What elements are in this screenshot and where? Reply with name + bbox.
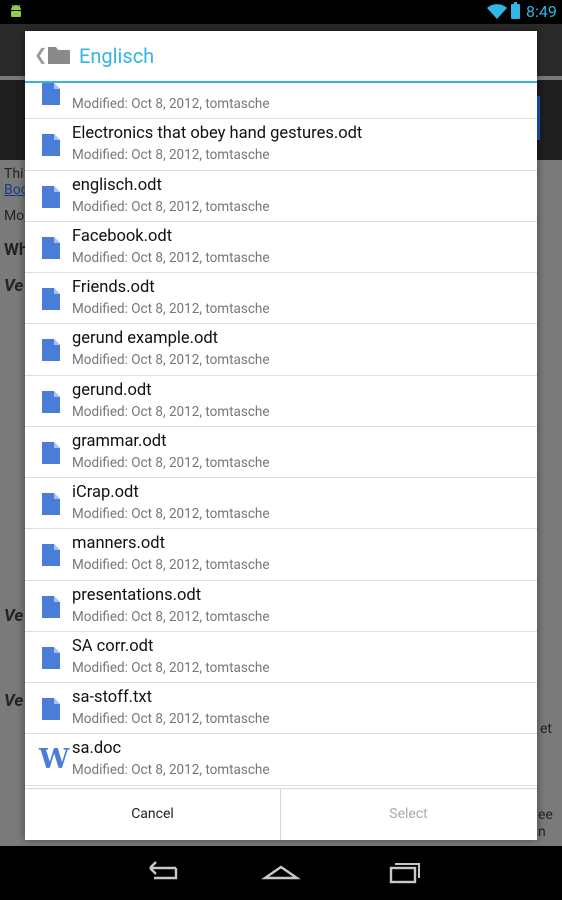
document-icon — [42, 698, 60, 720]
file-modified-info: Modified: Oct 8, 2012, tomtasche — [72, 249, 270, 266]
folder-icon[interactable] — [47, 45, 71, 65]
file-modified-info: Modified: Oct 8, 2012, tomtasche — [72, 96, 270, 112]
file-modified-info: Modified: Oct 8, 2012, tomtasche — [72, 659, 270, 676]
document-icon — [42, 646, 60, 669]
select-button[interactable]: Select — [281, 789, 536, 840]
file-name: grammar.odt — [72, 431, 167, 451]
status-bar: 8:49 — [0, 0, 562, 24]
file-modified-info: Modified: Oct 8, 2012, tomtasche — [72, 711, 270, 727]
file-name: Friends.odt — [72, 278, 155, 297]
file-list-item[interactable]: sa-stoff.txt Modified: Oct 8, 2012, tomta… — [25, 683, 537, 735]
file-name: Facebook.odt — [72, 226, 173, 246]
file-modified-info: Modified: Oct 8, 2012, tomtasche — [72, 608, 270, 625]
file-name: sa.doc — [72, 739, 122, 759]
dialog-footer: Cancel Select — [25, 788, 537, 840]
home-icon[interactable] — [261, 858, 301, 888]
background-text: ee — [538, 807, 553, 823]
file-modified-info: Modified: Oct 8, 2012, tomtasche — [72, 301, 270, 317]
file-modified-info: Modified: Oct 8, 2012, tomtasche — [72, 198, 270, 215]
file-name: manners.odt — [72, 534, 165, 554]
background-text: Mo — [4, 208, 25, 224]
file-modified-info: Modified: Oct 8, 2012, tomtasche — [72, 506, 270, 522]
file-name: gerund.odt — [72, 380, 152, 400]
file-modified-info: Modified: Oct 8, 2012, tomtasche — [72, 454, 270, 471]
background-heading: Ve — [4, 276, 24, 296]
file-list-item[interactable]: Modified: Oct 8, 2012, tomtasche — [25, 83, 537, 120]
file-list-item[interactable]: Facebook.odt Modified: Oct 8, 2012, tomta… — [25, 222, 537, 273]
file-list-item[interactable]: Electronics that obey hand gestures.odt M… — [25, 119, 537, 171]
file-list[interactable]: Modified: Oct 8, 2012, tomtasche Electron… — [25, 83, 537, 788]
recent-apps-icon[interactable] — [382, 858, 422, 888]
background-heading: Ve — [4, 606, 24, 626]
file-modified-info: Modified: Oct 8, 2012, tomtasche — [72, 147, 270, 164]
wifi-icon — [487, 4, 507, 19]
document-icon — [42, 595, 60, 618]
file-list-item[interactable]: Friends.odt Modified: Oct 8, 2012, tomtas… — [25, 273, 537, 325]
dialog-title: Englisch — [79, 44, 155, 68]
back-chevron-icon[interactable]: ❮ — [34, 45, 47, 64]
file-name: englisch.odt — [72, 175, 162, 195]
document-icon — [42, 288, 60, 310]
file-name: Electronics that obey hand gestures.odt — [72, 124, 363, 144]
file-list-item[interactable]: manners.odt Modified: Oct 8, 2012, tomtas… — [25, 529, 537, 581]
background-heading: Ve — [4, 691, 24, 711]
file-list-item[interactable]: gerund example.odt Modified: Oct 8, 2012,… — [25, 324, 537, 376]
file-modified-info: Modified: Oct 8, 2012, tomtasche — [72, 403, 270, 420]
file-name: sa-stoff.txt — [72, 688, 153, 707]
file-chooser-dialog: ❮ Englisch Modified: Oct 8, 2012, tomtas… — [25, 31, 537, 840]
background-text: Thi — [4, 166, 24, 182]
file-modified-info: Modified: Oct 8, 2012, tomtasche — [72, 352, 270, 369]
file-list-item[interactable]: presentations.odt Modified: Oct 8, 2012, … — [25, 581, 537, 632]
file-modified-info: Modified: Oct 8, 2012, tomtasche — [72, 762, 270, 779]
status-time: 8:49 — [526, 2, 557, 21]
document-icon — [42, 236, 60, 259]
document-icon — [42, 83, 60, 105]
document-icon — [42, 493, 60, 515]
file-list-item[interactable]: Wsa.doc Modified: Oct 8, 2012, tomtasche — [25, 734, 537, 786]
document-icon — [42, 390, 60, 413]
background-text: et — [540, 721, 553, 737]
dialog-header: ❮ Englisch — [25, 31, 537, 83]
document-icon — [42, 544, 60, 567]
document-icon — [42, 441, 60, 464]
file-name: iCrap.odt — [72, 483, 139, 502]
file-modified-info: Modified: Oct 8, 2012, tomtasche — [72, 557, 270, 574]
file-name: SA corr.odt — [72, 636, 154, 656]
android-debug-icon — [11, 4, 21, 17]
document-icon — [42, 339, 60, 362]
file-list-item[interactable]: gerund.odt Modified: Oct 8, 2012, tomtasc… — [25, 376, 537, 427]
file-list-item[interactable]: iCrap.odt Modified: Oct 8, 2012, tomtasch… — [25, 478, 537, 530]
document-icon — [42, 185, 60, 208]
battery-icon — [511, 2, 520, 19]
file-list-item[interactable]: englisch.odt Modified: Oct 8, 2012, tomta… — [25, 171, 537, 222]
file-list-item[interactable]: SA corr.odt Modified: Oct 8, 2012, tomtas… — [25, 632, 537, 683]
cancel-button[interactable]: Cancel — [25, 789, 281, 840]
back-icon[interactable] — [140, 858, 180, 888]
file-name: presentations.odt — [72, 585, 202, 605]
file-list-item[interactable]: grammar.odt Modified: Oct 8, 2012, tomtas… — [25, 427, 537, 478]
navigation-bar — [0, 846, 562, 900]
file-name: gerund example.odt — [72, 329, 219, 349]
word-icon: W — [39, 744, 70, 776]
background-text: n — [538, 824, 546, 840]
document-icon — [42, 134, 60, 157]
